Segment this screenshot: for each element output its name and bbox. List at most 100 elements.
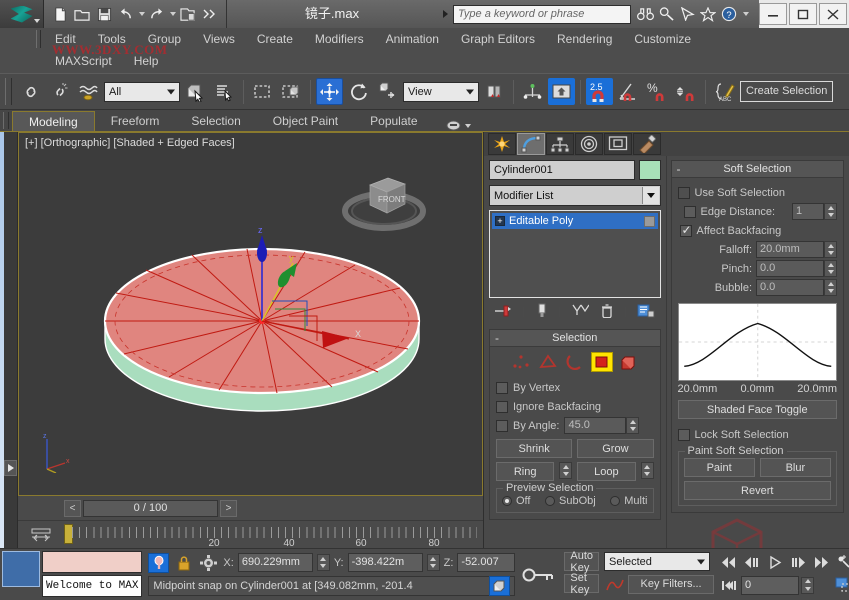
menu-item-create[interactable]: Create	[246, 28, 304, 50]
select-and-rotate-icon[interactable]	[345, 78, 372, 105]
ribbon-minimize-control[interactable]	[446, 120, 471, 131]
motion-tab[interactable]	[575, 133, 603, 155]
x-spinner[interactable]	[317, 554, 330, 571]
rectangular-selection-region-icon[interactable]	[249, 78, 276, 105]
display-tab[interactable]	[604, 133, 632, 155]
set-key-curve-icon[interactable]	[604, 574, 625, 594]
percent-snap-toggle-icon[interactable]: %	[644, 78, 671, 105]
star-icon[interactable]	[700, 7, 716, 22]
set-key-button[interactable]: Set Key	[564, 574, 599, 593]
lock-soft-selection-row[interactable]: Lock Soft Selection	[678, 425, 838, 444]
modify-tab[interactable]	[517, 133, 545, 155]
preview-subobj-option[interactable]: SubObj	[545, 495, 596, 507]
go-to-start-icon[interactable]	[718, 552, 739, 572]
selection-rollout-header[interactable]: - Selection	[490, 330, 660, 347]
expand-panel-button[interactable]	[4, 460, 17, 476]
help-dropdown-icon[interactable]	[743, 12, 749, 16]
preview-off-option[interactable]: Off	[502, 495, 530, 507]
pinch-value[interactable]: 0.0	[756, 260, 824, 277]
key-filters-button[interactable]: Key Filters...	[628, 575, 714, 594]
shrink-button[interactable]: Shrink	[496, 439, 572, 458]
menu-item-tools[interactable]: Tools	[87, 28, 137, 50]
bubble-spinner[interactable]: 0.0	[756, 279, 837, 296]
spinner-snap-toggle-icon[interactable]	[673, 78, 700, 105]
select-and-scale-icon[interactable]	[374, 78, 401, 105]
select-and-link-icon[interactable]	[17, 78, 44, 105]
object-color-swatch[interactable]	[639, 160, 661, 180]
menu-item-rendering[interactable]: Rendering	[546, 28, 623, 50]
y-coordinate-field[interactable]: -398.422m	[348, 553, 423, 572]
listener-white-field[interactable]: Welcome to MAX	[42, 575, 142, 597]
falloff-row[interactable]: Falloff: 20.0mm	[678, 240, 838, 259]
menu-item-customize[interactable]: Customize	[623, 28, 702, 50]
open-mini-curve-editor-button[interactable]	[18, 526, 64, 544]
element-level-button[interactable]	[618, 352, 640, 372]
preview-multi-option[interactable]: Multi	[610, 495, 647, 507]
object-name-input[interactable]: Cylinder001	[489, 160, 635, 180]
by-angle-value[interactable]: 45.0	[564, 417, 626, 434]
unlink-selection-icon[interactable]	[46, 78, 73, 105]
menu-item-views[interactable]: Views	[192, 28, 246, 50]
angle-snap-toggle-icon[interactable]	[615, 78, 642, 105]
preview-subobj-radio[interactable]	[545, 496, 555, 506]
ignore-backfacing-row[interactable]: Ignore Backfacing	[496, 397, 654, 416]
minimize-button[interactable]	[759, 3, 787, 25]
window-crossing-icon[interactable]	[278, 78, 305, 105]
select-object-icon[interactable]	[182, 78, 209, 105]
affect-backfacing-checkbox[interactable]	[680, 225, 692, 237]
close-button[interactable]	[819, 3, 847, 25]
more-commands-icon[interactable]	[200, 4, 220, 24]
tab-freeform[interactable]: Freeform	[95, 111, 176, 131]
shaded-face-toggle-button[interactable]: Shaded Face Toggle	[678, 400, 838, 419]
edge-distance-value[interactable]: 1	[792, 203, 824, 220]
modifier-list-dropdown[interactable]: Modifier List	[489, 185, 661, 206]
by-vertex-checkbox[interactable]	[496, 382, 508, 394]
pinch-spinner[interactable]: 0.0	[756, 260, 837, 277]
named-selection-sets-icon[interactable]: ABC	[711, 78, 738, 105]
toolbar-grip[interactable]	[5, 78, 12, 105]
preview-multi-radio[interactable]	[610, 496, 620, 506]
track-bar[interactable]: 20 40 60 80 100	[18, 520, 483, 548]
menu-item-help[interactable]: Help	[123, 50, 170, 72]
edge-distance-row[interactable]: Edge Distance: 1	[678, 202, 838, 221]
loop-spinner[interactable]	[641, 462, 654, 479]
z-coordinate-field[interactable]: -52.007	[457, 553, 515, 572]
menu-item-modifiers[interactable]: Modifiers	[304, 28, 375, 50]
use-soft-selection-checkbox[interactable]	[678, 187, 690, 199]
next-frame-icon[interactable]	[787, 552, 808, 572]
previous-frame-icon[interactable]	[741, 552, 762, 572]
affect-backfacing-row[interactable]: Affect Backfacing	[678, 221, 838, 240]
menu-item-group[interactable]: Group	[137, 28, 192, 50]
show-end-result-icon[interactable]	[536, 303, 548, 321]
zoom-region-icon[interactable]	[833, 575, 849, 595]
align-icon[interactable]	[548, 78, 575, 105]
edge-level-button[interactable]	[537, 352, 559, 372]
by-angle-checkbox[interactable]	[496, 420, 508, 432]
menu-item-animation[interactable]: Animation	[375, 28, 450, 50]
menu-item-graph-editors[interactable]: Graph Editors	[450, 28, 546, 50]
falloff-spinner[interactable]: 20.0mm	[756, 241, 837, 258]
by-vertex-row[interactable]: By Vertex	[496, 378, 654, 397]
go-to-end-icon[interactable]	[810, 552, 831, 572]
listener-pink-field[interactable]	[42, 551, 142, 573]
by-angle-spinner[interactable]: 45.0	[564, 417, 639, 434]
cylinder-object[interactable]: z y X	[97, 221, 427, 431]
key-mode-dropdown[interactable]: Selected	[604, 552, 710, 571]
revert-button[interactable]: Revert	[684, 481, 832, 500]
selection-lock-toggle-icon[interactable]	[173, 553, 194, 573]
pinch-spinner-buttons[interactable]	[824, 260, 837, 277]
absolute-relative-transform-toggle-icon[interactable]	[198, 553, 219, 573]
chevron-down-icon[interactable]	[642, 187, 659, 204]
remove-modifier-icon[interactable]	[600, 303, 614, 321]
paint-button[interactable]: Paint	[684, 458, 755, 477]
blur-button[interactable]: Blur	[760, 458, 831, 477]
y-spinner[interactable]	[427, 554, 440, 571]
tab-modeling[interactable]: Modeling	[12, 111, 95, 131]
application-menu-button[interactable]	[0, 0, 44, 28]
bubble-spinner-buttons[interactable]	[824, 279, 837, 296]
expand-icon[interactable]: +	[495, 216, 505, 226]
menu-item-edit[interactable]: Edit	[44, 28, 87, 50]
search-icon[interactable]	[659, 7, 675, 21]
hierarchy-tab[interactable]	[546, 133, 574, 155]
tab-populate[interactable]: Populate	[354, 111, 433, 131]
